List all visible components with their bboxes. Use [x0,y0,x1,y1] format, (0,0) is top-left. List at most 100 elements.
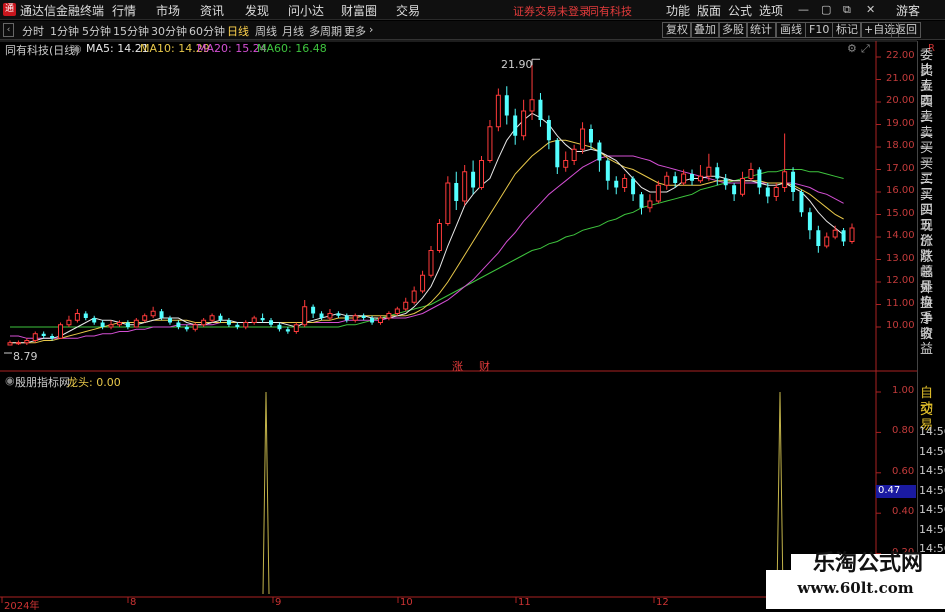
candle-up [773,187,779,197]
candle-down [799,192,804,213]
low-price-label: 8.79 [13,350,38,363]
candle-up [748,169,754,179]
candle-down [690,174,695,181]
candle-down [597,142,602,161]
date-tick-label: 11 [518,597,531,608]
indicator-settings-icon[interactable]: ◉ [5,374,15,387]
candle-down [791,171,796,192]
kline-chart[interactable] [0,0,917,609]
candle-down [538,99,543,120]
candle-down [361,315,366,318]
candle-up [209,315,215,321]
price-tick-label: 15.00 [886,207,915,219]
candle-up [664,175,670,186]
candle-down [159,311,164,318]
limit-up-note[interactable]: 涨 [452,358,463,374]
candle-up [740,178,746,195]
candle-up [201,319,207,326]
price-tick-label: 13.00 [886,252,915,264]
trade-time: 14:56 [919,425,945,438]
candle-up [487,126,493,161]
indicator-tick-label: 1.00 [892,385,915,396]
high-price-label: 21.90 [501,58,533,71]
expand-icon[interactable]: ⤢ [861,42,870,56]
candle-up [133,319,139,328]
candle-down [807,212,812,231]
candle-up [58,324,64,339]
date-tick-label: 2024年 [4,601,40,612]
price-tick-label: 19.00 [886,117,915,129]
candle-down [757,169,762,188]
candle-down [471,171,476,188]
candle-up [293,324,299,332]
candle-down [50,336,55,339]
candle-up [74,313,80,321]
chart-settings-icon[interactable]: ◉ [72,42,82,55]
candle-up [66,319,72,326]
candle-up [849,227,855,242]
candle-up [327,313,333,319]
date-tick-label: 9 [275,597,282,608]
candle-up [436,223,442,251]
finance-note[interactable]: 财 [479,358,490,374]
candle-up [352,315,358,321]
price-tick-label: 17.00 [886,162,915,174]
candle-up [495,94,501,128]
candle-up [655,184,661,202]
candle-down [285,329,290,332]
candle-up [150,310,156,317]
candle-down [504,95,509,116]
trade-time: 14:56 [919,464,945,477]
date-tick-label: 12 [656,597,669,608]
price-tick-label: 11.00 [886,297,915,309]
candle-up [571,148,577,161]
candle-down [344,315,349,321]
candle-down [816,230,821,246]
candle-down [454,183,459,201]
candle-up [563,160,569,168]
indicator-spike [262,391,270,595]
candle-up [428,250,434,276]
price-tick-label: 14.00 [886,230,915,241]
quote-sidebar: R 委比 卖五 卖四 卖三 卖二 卖一 买一 买二 买三 买四 买五 现价 涨跌 涨幅 总量 外盘 换手 净资 收益… [917,41,945,609]
indicator-title: 殷朋指标网 [15,376,70,389]
candle-down [723,178,728,186]
candle-up [7,342,13,346]
candle-down [765,187,770,197]
date-tick-label: 8 [130,597,137,608]
candle-down [732,185,737,195]
trade-time: 14:56 [919,444,945,458]
indicator-tick-label: 0.40 [892,506,915,518]
indicator-legend: 龙头: 0.00 [67,376,121,389]
candle-down [277,324,282,330]
candle-up [782,171,788,188]
candle-down [92,318,97,323]
ma60-legend: MA60: 16.48 [257,42,327,55]
ma20-line [10,155,844,339]
candle-down [83,313,88,318]
sidebar-label[interactable]: 收益 [920,327,945,357]
candle-down [226,320,231,325]
candle-up [479,160,485,188]
candle-down [41,333,46,336]
candle-up [192,324,198,330]
candle-up [411,290,417,303]
candle-down [555,140,560,168]
candle-down [311,306,316,314]
indicator-current-value: 0.47 [876,485,916,498]
candle-down [614,180,619,188]
candle-down [605,160,610,181]
candle-down [336,313,341,316]
candle-up [377,317,383,323]
candle-up [706,166,712,177]
price-tick-label: 10.00 [886,320,915,331]
chart-settings-gear-icon[interactable]: ⚙ [847,42,857,55]
candle-up [32,333,38,341]
trade-time: 14:56 [919,522,945,536]
candle-up [24,340,30,344]
candle-down [235,324,240,327]
candle-down [546,120,551,141]
candle-down [125,322,130,327]
candle-up [403,301,409,310]
price-tick-label: 16.00 [886,185,915,196]
